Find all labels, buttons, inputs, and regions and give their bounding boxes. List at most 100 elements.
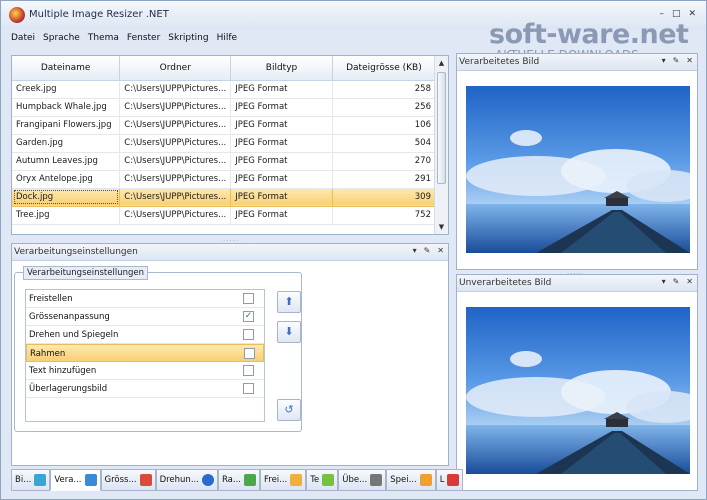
tab-freistellen[interactable]: Frei... xyxy=(259,469,307,491)
save-icon xyxy=(419,474,432,486)
panel-menu-icon[interactable]: ▾ xyxy=(662,56,666,65)
original-image xyxy=(466,307,690,474)
cell-type: JPEG Format xyxy=(230,98,333,117)
dock-scene-image xyxy=(466,307,690,474)
column-header-dateiname[interactable]: Dateiname xyxy=(12,56,121,81)
window-title: Multiple Image Resizer .NET xyxy=(29,9,169,20)
tab-drehung[interactable]: Drehun... xyxy=(155,469,218,491)
processed-panel-header: Verarbeitetes Bild ▾ ✎ ✕ xyxy=(457,54,697,71)
close-icon[interactable]: ✕ xyxy=(686,56,693,65)
panel-menu-icon[interactable]: ▾ xyxy=(662,277,666,286)
frame-icon xyxy=(243,474,256,486)
cell-type: JPEG Format xyxy=(230,152,333,171)
tab-log[interactable]: L xyxy=(435,469,464,491)
tab-label: Frei... xyxy=(263,475,288,485)
cell-name: Garden.jpg xyxy=(12,134,121,153)
pin-icon[interactable]: ✎ xyxy=(673,56,680,65)
group-label: Verarbeitungseinstellungen xyxy=(23,266,148,280)
cell-type: JPEG Format xyxy=(230,188,333,207)
panel-controls: ▾ ✎ ✕ xyxy=(662,56,693,65)
file-list-scrollbar[interactable]: ▲ ▼ xyxy=(434,56,448,234)
original-panel-title: Unverarbeitetes Bild xyxy=(459,278,552,288)
checkbox-checked[interactable]: ✓ xyxy=(243,311,254,322)
close-icon[interactable]: ✕ xyxy=(437,246,444,255)
tab-label: Spei... xyxy=(390,475,417,485)
option-label: Text hinzufügen xyxy=(29,366,97,376)
option-rahmen[interactable]: Rahmen xyxy=(26,344,264,362)
column-header-ordner[interactable]: Ordner xyxy=(119,56,232,81)
menu-skripting[interactable]: Skripting xyxy=(164,31,212,47)
cell-name: Tree.jpg xyxy=(12,206,121,225)
tab-label: Gröss... xyxy=(104,475,137,485)
tab-label: Drehun... xyxy=(159,475,199,485)
table-row[interactable]: Garden.jpg C:\Users\JUPP\Pictures... JPE… xyxy=(12,134,437,153)
cell-folder: C:\Users\JUPP\Pictures... xyxy=(119,188,232,207)
cell-folder: C:\Users\JUPP\Pictures... xyxy=(119,152,232,171)
table-row[interactable]: Frangipani Flowers.jpg C:\Users\JUPP\Pic… xyxy=(12,116,437,135)
cell-folder: C:\Users\JUPP\Pictures... xyxy=(119,98,232,117)
table-row[interactable]: Humpback Whale.jpg C:\Users\JUPP\Picture… xyxy=(12,98,437,117)
tab-label: Bi... xyxy=(15,475,32,485)
option-label: Grössenanpassung xyxy=(29,312,110,322)
scroll-up-icon[interactable]: ▲ xyxy=(435,56,448,70)
scroll-thumb[interactable] xyxy=(437,72,446,184)
tab-label: Übe... xyxy=(342,475,368,485)
tab-rahmen[interactable]: Ra... xyxy=(217,469,260,491)
option-text-hinzufuegen[interactable]: Text hinzufügen xyxy=(26,362,264,380)
cell-size: 106 xyxy=(332,116,437,135)
table-row-selected[interactable]: Dock.jpg C:\Users\JUPP\Pictures... JPEG … xyxy=(12,188,437,207)
table-row[interactable]: Oryx Antelope.jpg C:\Users\JUPP\Pictures… xyxy=(12,170,437,189)
option-freistellen[interactable]: Freistellen xyxy=(26,290,264,308)
app-logo-icon xyxy=(9,7,25,23)
menu-fenster[interactable]: Fenster xyxy=(123,31,164,47)
move-down-button[interactable]: ⬇ xyxy=(277,321,301,343)
cell-size: 752 xyxy=(332,206,437,225)
tab-groessenanpassung[interactable]: Gröss... xyxy=(100,469,156,491)
checkbox[interactable] xyxy=(243,329,254,340)
move-up-button[interactable]: ⬆ xyxy=(277,291,301,313)
table-row[interactable]: Tree.jpg C:\Users\JUPP\Pictures... JPEG … xyxy=(12,206,437,225)
tab-label: Vera... xyxy=(54,475,82,485)
checkbox[interactable] xyxy=(244,348,255,359)
table-row[interactable]: Creek.jpg C:\Users\JUPP\Pictures... JPEG… xyxy=(12,80,437,99)
scroll-down-icon[interactable]: ▼ xyxy=(435,220,448,234)
processed-image xyxy=(466,86,690,253)
original-image-panel: Unverarbeitetes Bild ▾ ✎ ✕ xyxy=(456,274,698,491)
checkbox[interactable] xyxy=(243,293,254,304)
option-label: Freistellen xyxy=(29,294,73,304)
rotate-icon xyxy=(201,474,214,486)
option-ueberlagerungsbild[interactable]: Überlagerungsbild xyxy=(26,380,264,398)
table-row[interactable]: Autumn Leaves.jpg C:\Users\JUPP\Pictures… xyxy=(12,152,437,171)
cell-folder: C:\Users\JUPP\Pictures... xyxy=(119,170,232,189)
menu-datei[interactable]: Datei xyxy=(7,31,39,47)
arrow-down-icon: ⬇ xyxy=(284,325,294,338)
option-drehen-spiegeln[interactable]: Drehen und Spiegeln xyxy=(26,326,264,344)
option-list: Freistellen Grössenanpassung ✓ Drehen un… xyxy=(25,289,265,422)
tab-label: Te xyxy=(310,475,320,485)
file-table: Dateiname Ordner Bildtyp Dateigrösse (KB… xyxy=(12,56,437,225)
tab-speichern[interactable]: Spei... xyxy=(386,469,436,491)
checkbox[interactable] xyxy=(243,365,254,376)
pin-icon[interactable]: ✎ xyxy=(673,277,680,286)
checkbox[interactable] xyxy=(243,383,254,394)
pin-icon[interactable]: ✎ xyxy=(424,246,431,255)
menu-sprache[interactable]: Sprache xyxy=(39,31,84,47)
column-header-bildtyp[interactable]: Bildtyp xyxy=(230,56,333,81)
column-header-dateigroesse[interactable]: Dateigrösse (KB) xyxy=(332,56,437,81)
option-groessenanpassung[interactable]: Grössenanpassung ✓ xyxy=(26,308,264,326)
tab-ueberlagerung[interactable]: Übe... xyxy=(338,469,387,491)
minimize-icon[interactable]: – xyxy=(659,9,664,19)
menu-hilfe[interactable]: Hilfe xyxy=(213,31,241,47)
close-icon[interactable]: ✕ xyxy=(686,277,693,286)
menu-bar: Datei Sprache Thema Fenster Skripting Hi… xyxy=(1,31,481,47)
reset-button[interactable]: ↺ xyxy=(277,399,301,421)
tab-text[interactable]: Te xyxy=(306,469,339,491)
maximize-icon[interactable]: □ xyxy=(672,9,681,19)
close-icon[interactable]: ✕ xyxy=(688,9,696,19)
images-icon xyxy=(34,474,47,486)
panel-menu-icon[interactable]: ▾ xyxy=(413,246,417,255)
cell-size: 291 xyxy=(332,170,437,189)
menu-thema[interactable]: Thema xyxy=(84,31,123,47)
tab-verarbeitung[interactable]: Vera... xyxy=(50,469,101,491)
tab-bildliste[interactable]: Bi... xyxy=(11,469,51,491)
